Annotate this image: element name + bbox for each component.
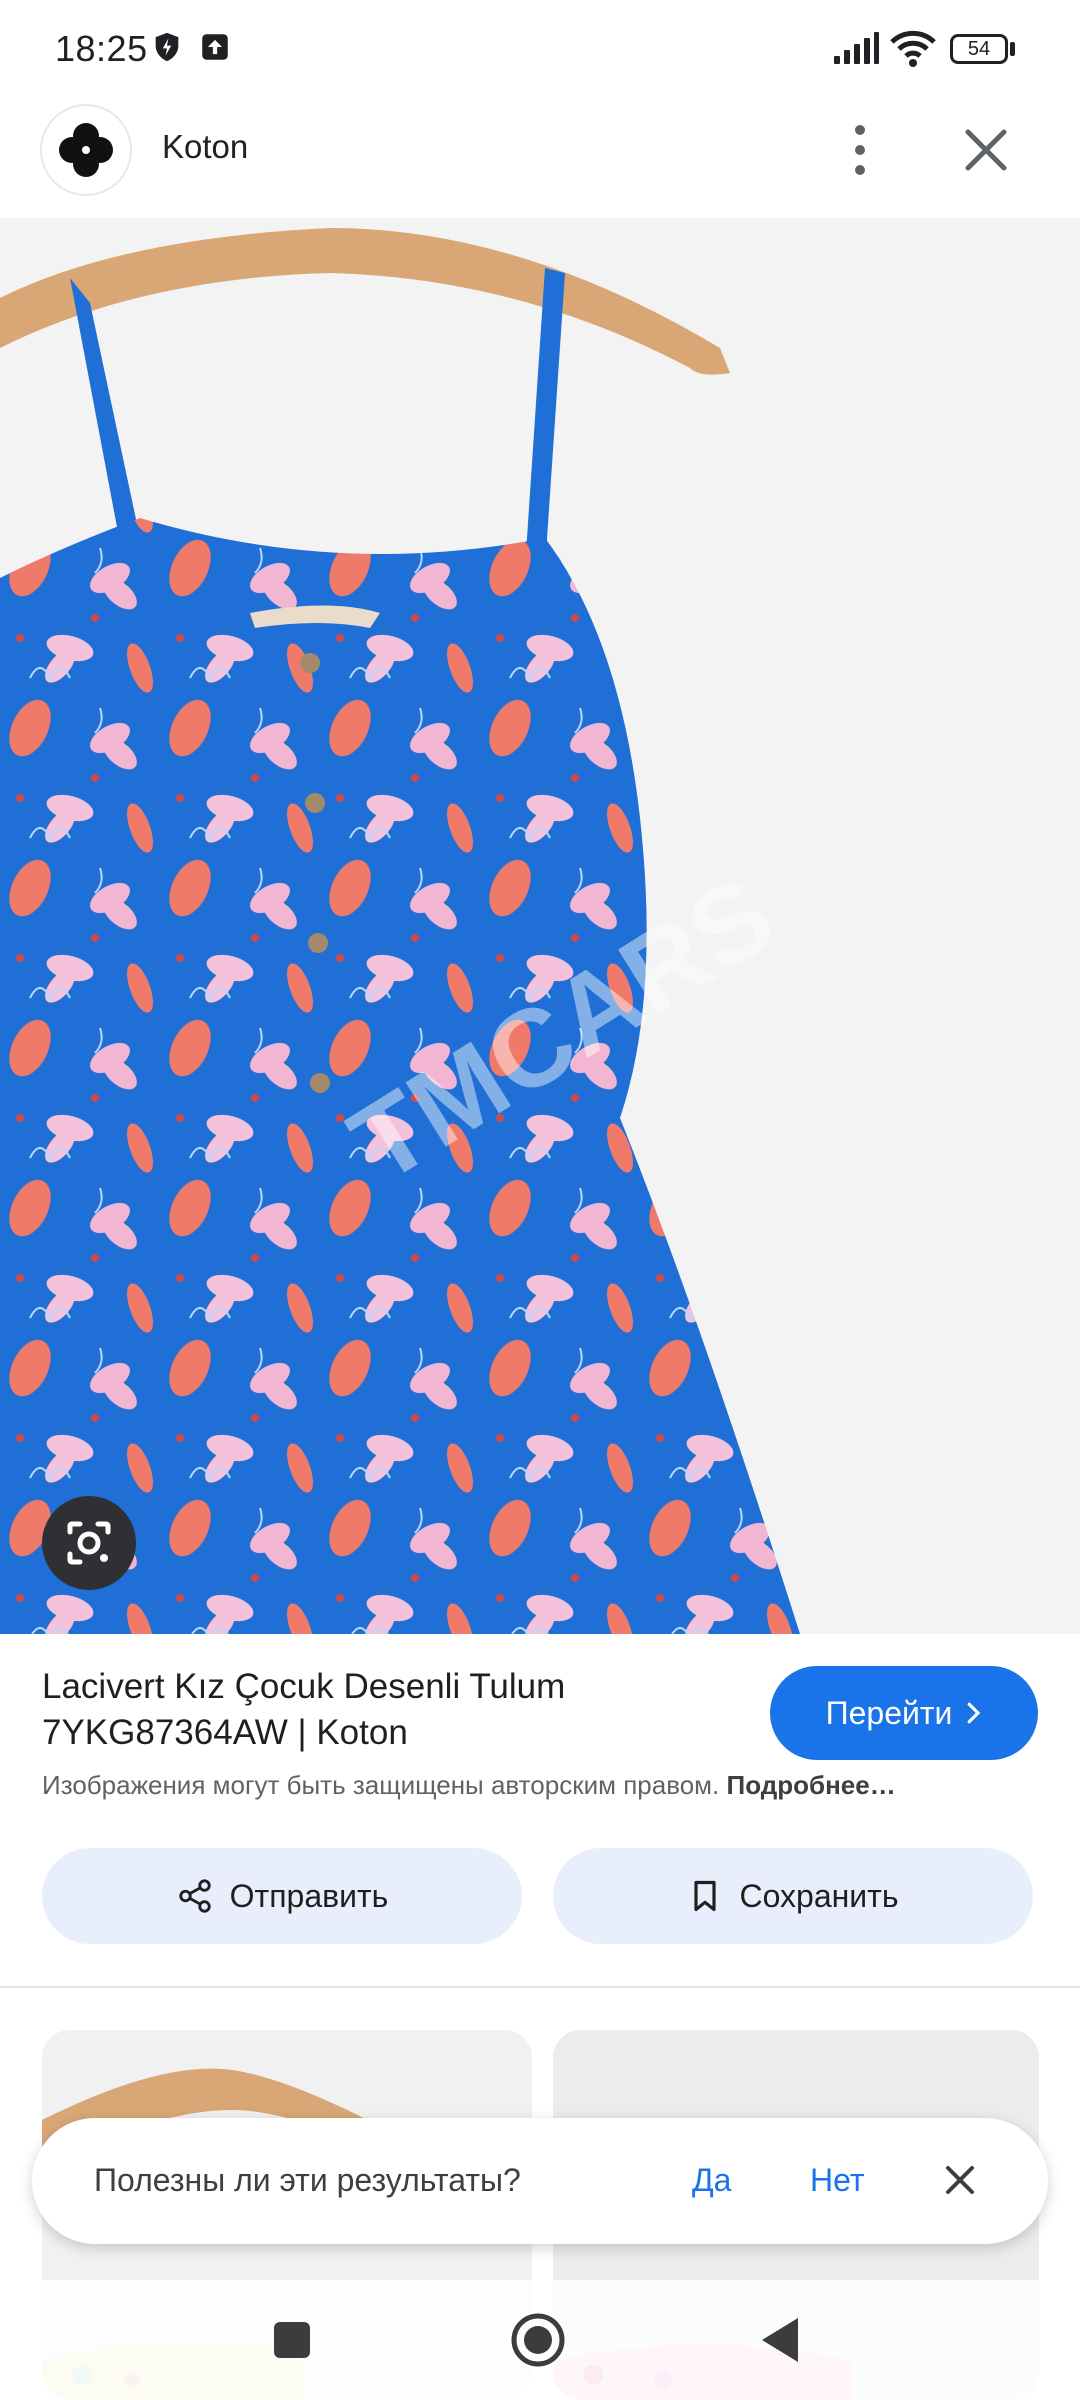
result-image[interactable]: TMCARS (0, 218, 1080, 1634)
close-icon[interactable] (958, 122, 1014, 178)
divider (0, 1986, 1080, 1988)
copyright-text: Изображения могут быть защищены авторски… (42, 1770, 720, 1800)
site-name[interactable]: Koton (162, 128, 248, 166)
result-title-line2: 7YKG87364AW | Koton (42, 1713, 408, 1752)
visit-label: Перейти (825, 1694, 953, 1731)
home-icon[interactable] (506, 2308, 570, 2372)
wifi-icon (890, 30, 936, 67)
feedback-no-button[interactable]: Нет (810, 2162, 865, 2199)
shield-icon (155, 32, 179, 62)
battery-level: 54 (967, 38, 991, 60)
upload-icon (202, 34, 228, 60)
close-icon[interactable] (938, 2158, 982, 2202)
feedback-question: Полезны ли эти результаты? (94, 2162, 521, 2198)
recents-icon[interactable] (260, 2308, 324, 2372)
visit-button[interactable]: Перейти (770, 1666, 1038, 1760)
feedback-yes-button[interactable]: Да (692, 2162, 731, 2199)
koton-logo-icon (42, 106, 130, 194)
back-icon[interactable] (750, 2308, 814, 2372)
save-button[interactable]: Сохранить (553, 1848, 1033, 1944)
battery-tip (1010, 42, 1015, 56)
share-label: Отправить (229, 1877, 389, 1914)
google-lens-icon[interactable] (42, 1496, 136, 1590)
copyright-notice: Изображения могут быть защищены авторски… (42, 1770, 1042, 1801)
status-time: 18:25 (55, 28, 148, 69)
save-label: Сохранить (739, 1877, 899, 1914)
system-nav-bar (0, 2280, 1080, 2400)
dress-illustration: TMCARS (0, 218, 1080, 1634)
result-title[interactable]: Lacivert Kız Çocuk Desenli Tulum 7YKG873… (42, 1664, 742, 1756)
share-icon (178, 1879, 211, 1913)
signal-icon (834, 32, 879, 64)
chevron-right-icon (967, 1702, 981, 1724)
result-title-line1: Lacivert Kız Çocuk Desenli Tulum (42, 1667, 566, 1706)
more-link[interactable]: Подробнее… (727, 1770, 896, 1800)
status-bar: 18:25 54 (0, 0, 1080, 100)
share-button[interactable]: Отправить (42, 1848, 522, 1944)
feedback-card: Полезны ли эти результаты? Да Нет (32, 2118, 1048, 2244)
bookmark-icon (694, 1880, 717, 1912)
more-vert-icon[interactable] (836, 118, 884, 182)
battery-icon: 54 (950, 34, 1008, 64)
